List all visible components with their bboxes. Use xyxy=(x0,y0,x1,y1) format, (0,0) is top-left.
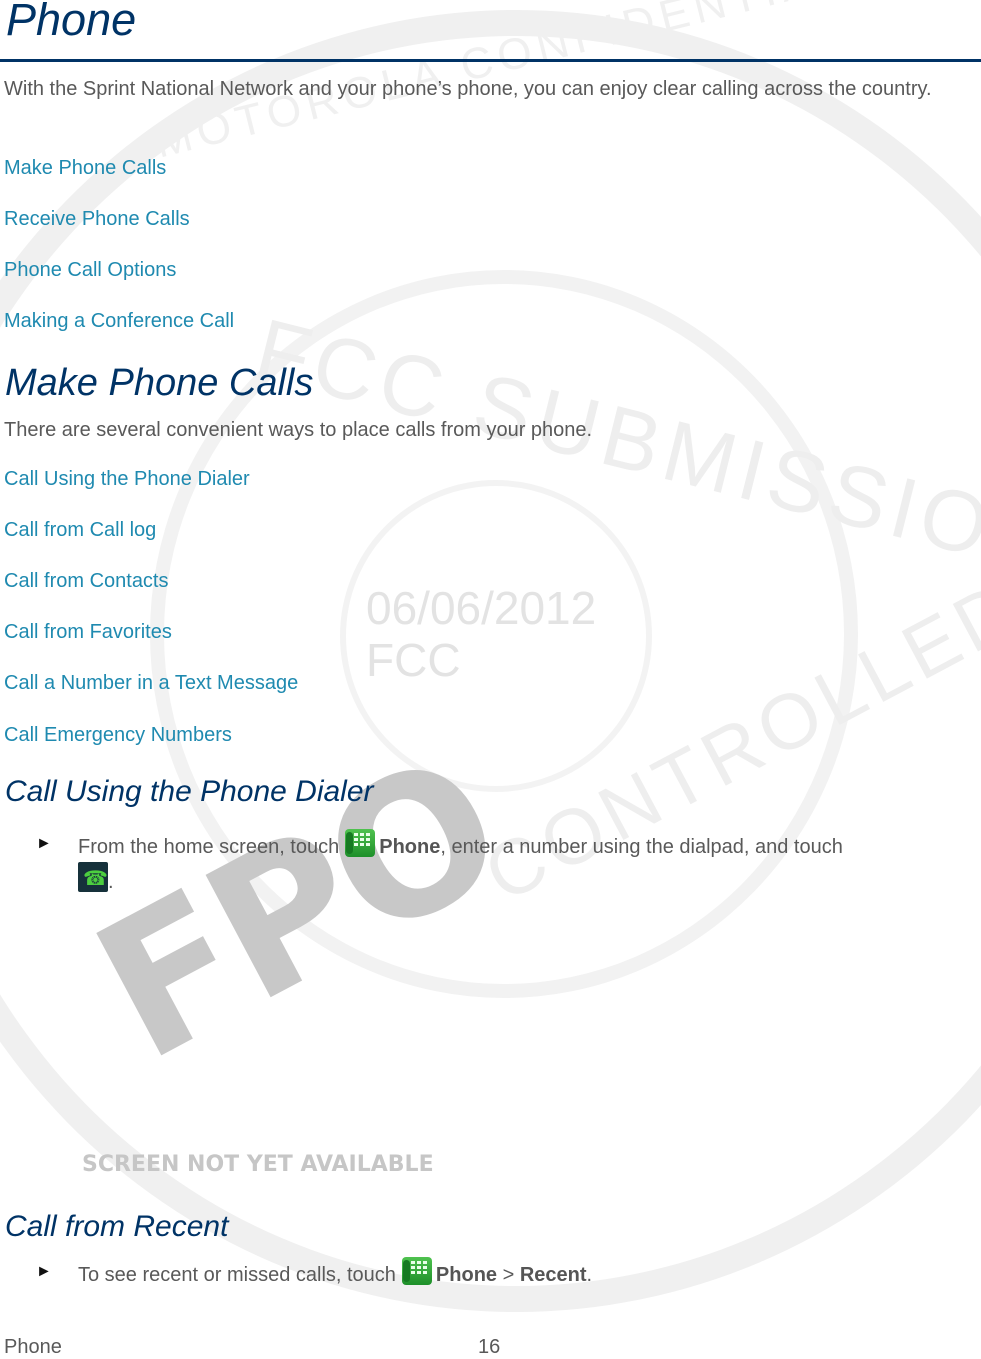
footer-section-name: Phone xyxy=(4,1336,62,1358)
recent-step-end: . xyxy=(586,1264,593,1286)
intro-paragraph: With the Sprint National Network and you… xyxy=(4,78,932,100)
call-button-icon xyxy=(78,862,108,894)
subheading-call-from-recent: Call from Recent xyxy=(5,1210,229,1243)
dialer-step-middle: , enter a number using the dialpad, and … xyxy=(440,836,843,858)
toc-link-phone-call-options[interactable]: Phone Call Options xyxy=(4,259,176,282)
recent-step-recent-label: Recent xyxy=(519,1264,587,1286)
link-call-using-dialer[interactable]: Call Using the Phone Dialer xyxy=(4,468,250,491)
phone-app-icon xyxy=(345,829,376,857)
footer-page-number: 16 xyxy=(478,1336,501,1358)
link-call-number-in-text[interactable]: Call a Number in a Text Message xyxy=(4,672,298,695)
toc-link-conference-call[interactable]: Making a Conference Call xyxy=(4,310,234,333)
watermark-submission-text: FCC SUBMISSION xyxy=(246,300,981,594)
recent-step-prefix: To see recent or missed calls, touch xyxy=(78,1264,396,1286)
link-call-emergency-numbers[interactable]: Call Emergency Numbers xyxy=(4,724,232,747)
watermark-date-line: 06/06/2012 xyxy=(366,582,597,634)
link-call-from-favorites[interactable]: Call from Favorites xyxy=(4,621,172,644)
link-call-from-call-log[interactable]: Call from Call log xyxy=(4,519,156,542)
recent-step-text: To see recent or missed calls, touch Phon… xyxy=(78,1257,968,1290)
title-rule xyxy=(0,59,981,62)
toc-link-receive-phone-calls[interactable]: Receive Phone Calls xyxy=(4,208,190,231)
watermark-fcc-line: FCC xyxy=(366,634,461,686)
dialer-step-end: . xyxy=(108,871,114,893)
bullet-arrow-icon: ► xyxy=(36,835,52,852)
phone-app-icon xyxy=(401,1257,432,1285)
placeholder-caption: SCREEN NOT YET AVAILABLE xyxy=(82,1152,434,1177)
section-heading-make-phone-calls: Make Phone Calls xyxy=(5,362,314,404)
dialer-step-text: From the home screen, touch Phone, enter … xyxy=(78,829,968,897)
dialer-step-prefix: From the home screen, touch xyxy=(78,836,340,858)
recent-step-phone-label: Phone xyxy=(435,1264,498,1286)
toc-link-make-phone-calls[interactable]: Make Phone Calls xyxy=(4,157,166,180)
make-calls-intro: There are several convenient ways to pla… xyxy=(4,419,593,441)
link-call-from-contacts[interactable]: Call from Contacts xyxy=(4,570,169,593)
dialer-step-phone-label: Phone xyxy=(379,836,441,858)
screenshot-placeholder: FPO xyxy=(63,714,531,1150)
page-title: Phone xyxy=(6,0,137,45)
bullet-arrow-icon: ► xyxy=(36,1263,52,1280)
recent-step-separator: > xyxy=(497,1264,520,1286)
subheading-phone-dialer: Call Using the Phone Dialer xyxy=(5,775,374,808)
watermark-date: 06/06/2012 FCC xyxy=(366,582,596,686)
